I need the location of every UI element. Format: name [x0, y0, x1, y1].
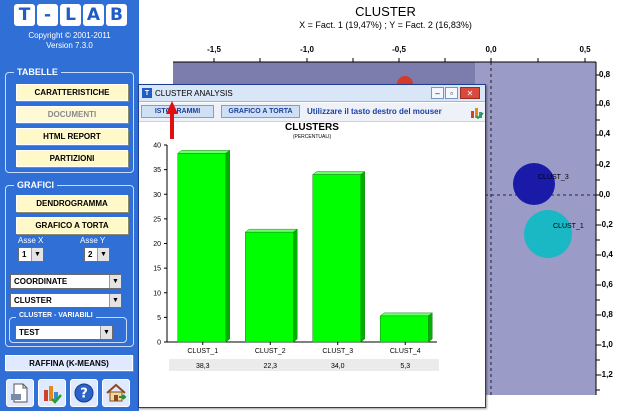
- cluster-1-label: CLUST_1: [553, 223, 584, 230]
- y-tick-label: 5: [157, 315, 161, 322]
- y-tick-label: 25: [153, 216, 161, 223]
- bar: [380, 315, 429, 343]
- y-tick-label: 0,4: [599, 129, 611, 138]
- data-label: 34,0: [331, 363, 345, 370]
- y-tick-label: -0,2: [599, 220, 613, 229]
- red-arrow-icon: [166, 101, 178, 139]
- cluster-3-point[interactable]: [513, 163, 555, 205]
- y-tick-label: 35: [153, 167, 161, 174]
- y-tick-label: 40: [153, 143, 161, 150]
- x-tick-label: -0,5: [392, 45, 406, 54]
- y-tick-label: -0,4: [599, 250, 613, 259]
- bar-side: [293, 228, 298, 343]
- y-tick-label: 0: [157, 340, 161, 347]
- x-tick-label: -1,0: [300, 45, 314, 54]
- bar-chart: 0 5 10 15 20 25 30 35 40 CLUST_1 CLUST_2 CLUST_3 CLU…: [153, 143, 439, 371]
- y-tick-label: -1,2: [599, 370, 613, 379]
- x-tick-label: CLUST_3: [322, 348, 353, 355]
- x-tick-label: 0,5: [579, 45, 591, 54]
- y-tick-label: -0,8: [599, 310, 613, 319]
- y-tick-label: 10: [153, 290, 161, 297]
- x-tick-label: 0,0: [485, 45, 497, 54]
- bar-side: [360, 171, 365, 343]
- y-tick-label: 15: [153, 266, 161, 273]
- data-label: 38,3: [196, 363, 210, 370]
- y-tick-label: 20: [153, 241, 161, 248]
- x-tick-label: CLUST_2: [255, 348, 286, 355]
- cluster-3-label: CLUST_3: [538, 174, 569, 181]
- x-tick-label: CLUST_4: [390, 348, 421, 355]
- bar-side: [225, 149, 230, 343]
- bar: [177, 153, 226, 343]
- bar-side: [428, 312, 433, 343]
- x-tick-label: CLUST_1: [187, 348, 218, 355]
- y-tick-label: -0,6: [599, 280, 613, 289]
- cluster-1-point[interactable]: [524, 210, 572, 258]
- y-tick-label: 0,0: [599, 190, 611, 199]
- bar: [312, 174, 361, 343]
- y-tick-label: 0,8: [599, 70, 611, 79]
- x-tick-label: -1,5: [207, 45, 221, 54]
- bar-top: [379, 312, 433, 317]
- y-tick-label: 0,6: [599, 99, 611, 108]
- bar-top: [244, 228, 298, 233]
- bar-top: [312, 171, 366, 175]
- cluster-analysis-dialog: T CLUSTER ANALYSIS – ▫ ✕ ISTOGRAMMI GRAF…: [138, 84, 486, 408]
- y-tick-label: 0,2: [599, 160, 611, 169]
- y-tick-label: -1,0: [599, 340, 613, 349]
- data-label: 5,3: [400, 363, 410, 370]
- y-tick-label: 30: [153, 192, 161, 199]
- bar-top: [177, 150, 231, 154]
- data-label: 22,3: [263, 363, 277, 370]
- bar: [245, 231, 294, 343]
